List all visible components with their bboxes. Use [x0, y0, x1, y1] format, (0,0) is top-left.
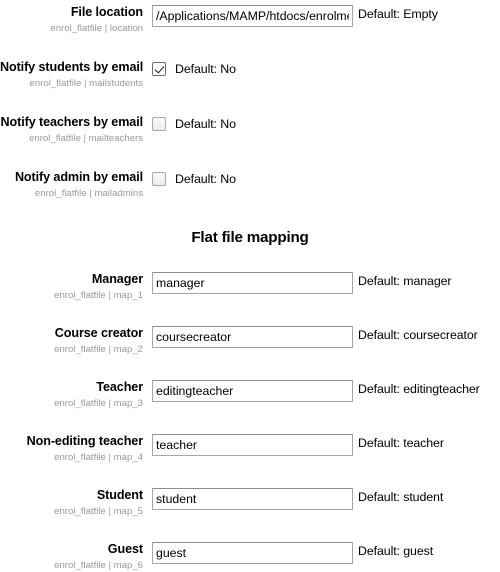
setting-control-map-student: Default: student — [143, 488, 500, 510]
setting-label-text: Notify students by email — [0, 60, 144, 74]
setting-label-text: Teacher — [96, 380, 143, 394]
setting-row-file-location: File location enrol_flatfile | location De… — [0, 5, 500, 35]
notify-teachers-by-email-default-text: Default: No — [175, 117, 236, 131]
setting-label-text: Student — [96, 488, 143, 502]
setting-row-map-course-creator: Course creator enrol_flatfile | map_2 Defa… — [0, 326, 500, 356]
setting-control-map-course-creator: Default: coursecreator — [143, 326, 500, 348]
map-course-creator-input[interactable] — [152, 326, 353, 348]
notify-students-by-email-default-text: Default: No — [175, 62, 236, 76]
notify-admin-by-email-default-text: Default: No — [175, 172, 236, 186]
setting-sublabel-text: enrol_flatfile | map_2 — [54, 344, 143, 355]
map-non-editing-teacher-input[interactable] — [152, 434, 353, 456]
setting-control-notify-students-by-email: Default: No — [143, 60, 500, 78]
map-teacher-default-text: Default: editingteacher — [358, 382, 480, 396]
setting-label-map-teacher: Teacher enrol_flatfile | map_3 — [0, 380, 143, 410]
setting-label-text: Manager — [91, 272, 143, 286]
setting-control-notify-admin-by-email: Default: No — [143, 170, 500, 188]
setting-sublabel-text: enrol_flatfile | mailstudents — [29, 78, 143, 89]
notify-students-by-email-checkbox[interactable] — [152, 62, 166, 76]
setting-row-notify-teachers-by-email: Notify teachers by email enrol_flatfile |… — [0, 115, 500, 145]
setting-sublabel-text: enrol_flatfile | map_5 — [54, 506, 143, 517]
setting-row-map-manager: Manager enrol_flatfile | map_1 Default: ma… — [0, 272, 500, 302]
setting-sublabel-text: enrol_flatfile | map_4 — [54, 452, 143, 463]
settings-page: File location enrol_flatfile | location De… — [0, 0, 500, 571]
setting-control-map-guest: Default: guest — [143, 542, 500, 564]
file-location-input[interactable] — [152, 5, 353, 27]
setting-label-text: Course creator — [54, 326, 143, 340]
setting-label-map-manager: Manager enrol_flatfile | map_1 — [0, 272, 143, 302]
map-teacher-input[interactable] — [152, 380, 353, 402]
setting-label-notify-admin-by-email: Notify admin by email enrol_flatfile | ma… — [0, 170, 143, 200]
map-manager-default-text: Default: manager — [358, 274, 452, 288]
map-student-default-text: Default: student — [358, 490, 444, 504]
setting-row-notify-students-by-email: Notify students by email enrol_flatfile |… — [0, 60, 500, 90]
setting-control-map-teacher: Default: editingteacher — [143, 380, 500, 402]
setting-control-map-manager: Default: manager — [143, 272, 500, 294]
setting-row-map-non-editing-teacher: Non-editing teacher enrol_flatfile | map_… — [0, 434, 500, 464]
setting-sublabel-text: enrol_flatfile | map_3 — [54, 398, 143, 409]
setting-row-notify-admin-by-email: Notify admin by email enrol_flatfile | ma… — [0, 170, 500, 200]
setting-row-map-teacher: Teacher enrol_flatfile | map_3 Default: ed… — [0, 380, 500, 410]
map-student-input[interactable] — [152, 488, 353, 510]
setting-label-notify-students-by-email: Notify students by email enrol_flatfile |… — [0, 60, 143, 90]
notify-teachers-by-email-checkbox[interactable] — [152, 117, 166, 131]
notify-admin-by-email-checkbox[interactable] — [152, 172, 166, 186]
setting-sublabel-text: enrol_flatfile | location — [50, 23, 143, 34]
setting-label-file-location: File location enrol_flatfile | location — [0, 5, 143, 35]
setting-label-map-student: Student enrol_flatfile | map_5 — [0, 488, 143, 518]
map-course-creator-default-text: Default: coursecreator — [358, 328, 478, 342]
setting-label-map-course-creator: Course creator enrol_flatfile | map_2 — [0, 326, 143, 356]
map-guest-input[interactable] — [152, 542, 353, 564]
setting-label-text: Notify admin by email — [14, 170, 143, 184]
map-guest-default-text: Default: guest — [358, 544, 434, 558]
setting-control-map-non-editing-teacher: Default: teacher — [143, 434, 500, 456]
map-non-editing-teacher-default-text: Default: teacher — [358, 436, 444, 450]
setting-label-map-non-editing-teacher: Non-editing teacher enrol_flatfile | map_… — [0, 434, 143, 464]
map-manager-input[interactable] — [152, 272, 353, 294]
setting-row-map-student: Student enrol_flatfile | map_5 Default: st… — [0, 488, 500, 518]
setting-sublabel-text: enrol_flatfile | mailadmins — [34, 188, 143, 199]
setting-sublabel-text: enrol_flatfile | map_1 — [54, 290, 143, 301]
setting-label-text: Notify teachers by email — [0, 115, 144, 129]
setting-label-text: Guest — [107, 542, 143, 556]
section-heading: Flat file mapping — [191, 229, 309, 246]
file-location-default-text: Default: Empty — [358, 7, 438, 21]
setting-label-text: Non-editing teacher — [26, 434, 143, 448]
setting-label-map-guest: Guest enrol_flatfile | map_6 — [0, 542, 143, 572]
setting-sublabel-text: enrol_flatfile | mailteachers — [29, 133, 143, 144]
setting-label-text: File location — [70, 5, 143, 19]
setting-label-notify-teachers-by-email: Notify teachers by email enrol_flatfile |… — [0, 115, 144, 145]
setting-row-map-guest: Guestenrol_flatfile | map_6 Default: gues… — [0, 542, 500, 572]
setting-control-file-location: Default: Empty — [143, 5, 500, 27]
setting-control-notify-teachers-by-email: Default: No — [143, 115, 500, 133]
